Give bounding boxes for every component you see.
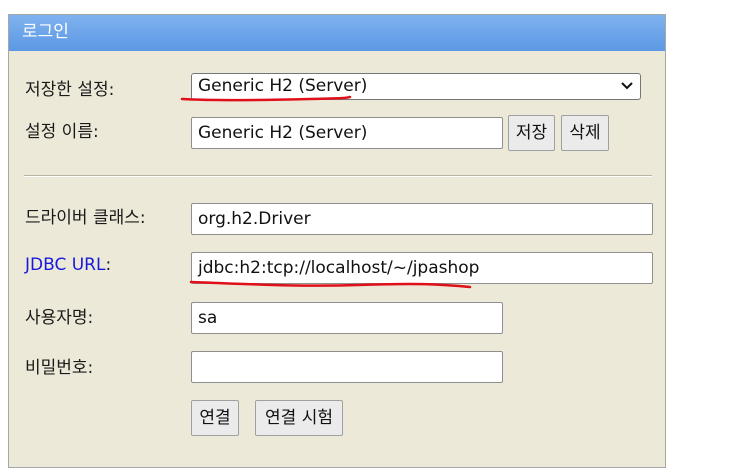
login-panel: 로그인 저장한 설정: Generic H2 (Server) 설정 이름: G… xyxy=(8,14,666,468)
password-input[interactable] xyxy=(191,351,503,383)
panel-title: 로그인 xyxy=(9,15,665,51)
delete-button[interactable]: 삭제 xyxy=(561,115,609,151)
jdbc-url-label-group: JDBC URL: xyxy=(25,255,111,275)
setting-name-input[interactable]: Generic H2 (Server) xyxy=(191,117,503,149)
section-divider xyxy=(24,175,652,177)
test-connection-button[interactable]: 연결 시험 xyxy=(255,400,343,436)
password-label: 비밀번호: xyxy=(25,358,94,378)
chevron-down-icon xyxy=(621,82,633,90)
driver-class-label: 드라이버 클래스: xyxy=(25,208,146,228)
username-label: 사용자명: xyxy=(25,308,94,328)
saved-settings-select[interactable]: Generic H2 (Server) xyxy=(191,73,641,100)
username-input[interactable]: sa xyxy=(191,302,503,334)
jdbc-url-input[interactable]: jdbc:h2:tcp://localhost/~/jpashop xyxy=(191,252,653,284)
setting-name-label: 설정 이름: xyxy=(25,122,99,142)
connect-button[interactable]: 연결 xyxy=(191,400,239,436)
jdbc-url-colon: : xyxy=(105,255,112,275)
saved-settings-value: Generic H2 (Server) xyxy=(198,76,368,96)
jdbc-url-label[interactable]: JDBC URL xyxy=(25,255,105,275)
driver-class-input[interactable]: org.h2.Driver xyxy=(191,203,653,235)
saved-settings-label: 저장한 설정: xyxy=(25,80,115,100)
save-button[interactable]: 저장 xyxy=(508,115,555,151)
